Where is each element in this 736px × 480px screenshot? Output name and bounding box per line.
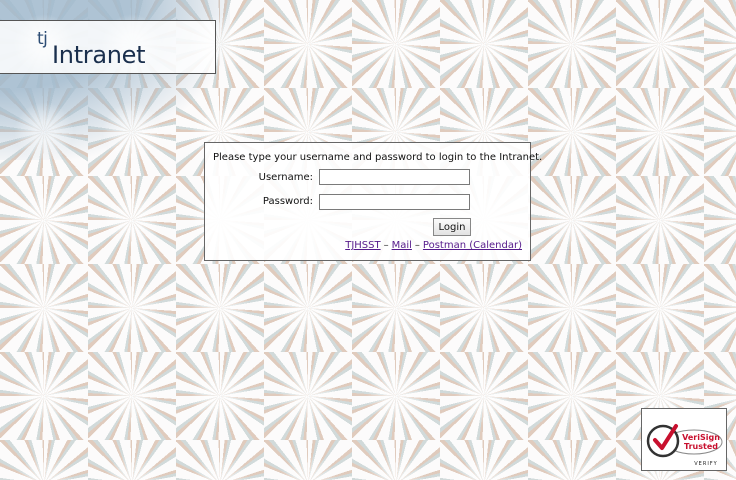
login-prompt: Please type your username and password t…: [213, 152, 543, 163]
link-separator: –: [383, 240, 389, 251]
verisign-verify-text: VERIFY: [694, 461, 717, 467]
verisign-check-icon: [646, 424, 680, 458]
verisign-trusted-text: Trusted: [684, 442, 718, 451]
logo-tj-text: tj: [37, 29, 48, 49]
link-postman-calendar[interactable]: Postman (Calendar): [423, 240, 522, 251]
link-separator: –: [414, 240, 420, 251]
footer-links: TJHSST – Mail – Postman (Calendar): [345, 240, 522, 251]
site-logo[interactable]: tj Intranet: [0, 20, 216, 74]
username-input[interactable]: [319, 169, 470, 185]
username-label: Username:: [258, 172, 313, 183]
login-panel: Please type your username and password t…: [204, 142, 542, 261]
logo-intranet-text: Intranet: [52, 41, 146, 69]
password-label: Password:: [262, 196, 313, 207]
login-button[interactable]: Login: [433, 218, 471, 236]
verisign-name-text: VeriSign: [682, 433, 720, 442]
link-mail[interactable]: Mail: [392, 240, 412, 251]
password-input[interactable]: [319, 194, 470, 210]
verisign-badge-graphic: VeriSign Trusted VERIFY: [646, 424, 723, 467]
verisign-trusted-badge[interactable]: VeriSign Trusted VERIFY: [641, 408, 727, 471]
link-tjhsst[interactable]: TJHSST: [345, 240, 380, 251]
